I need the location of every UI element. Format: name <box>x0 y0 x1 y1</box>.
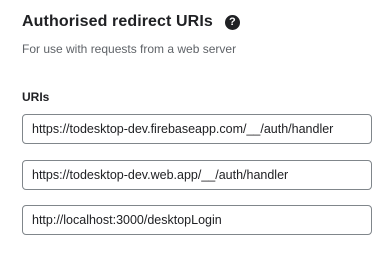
uri-input-value: http://localhost:3000/desktopLogin <box>32 213 222 227</box>
uri-input-value: https://todesktop-dev.web.app/__/auth/ha… <box>32 168 289 182</box>
help-icon[interactable]: ? <box>224 14 240 30</box>
authorised-redirect-uris-section: Authorised redirect URIs ? For use with … <box>0 0 384 256</box>
section-title: Authorised redirect URIs <box>22 13 213 30</box>
section-header: Authorised redirect URIs ? <box>22 11 240 33</box>
uri-input-1[interactable]: https://todesktop-dev.firebaseapp.com/__… <box>22 114 372 144</box>
section-subtitle: For use with requests from a web server <box>22 42 237 56</box>
uris-label: URIs <box>22 90 50 104</box>
uri-input-3[interactable]: http://localhost:3000/desktopLogin <box>22 205 372 235</box>
uri-input-2[interactable]: https://todesktop-dev.web.app/__/auth/ha… <box>22 160 372 190</box>
uri-input-value: https://todesktop-dev.firebaseapp.com/__… <box>32 122 334 136</box>
